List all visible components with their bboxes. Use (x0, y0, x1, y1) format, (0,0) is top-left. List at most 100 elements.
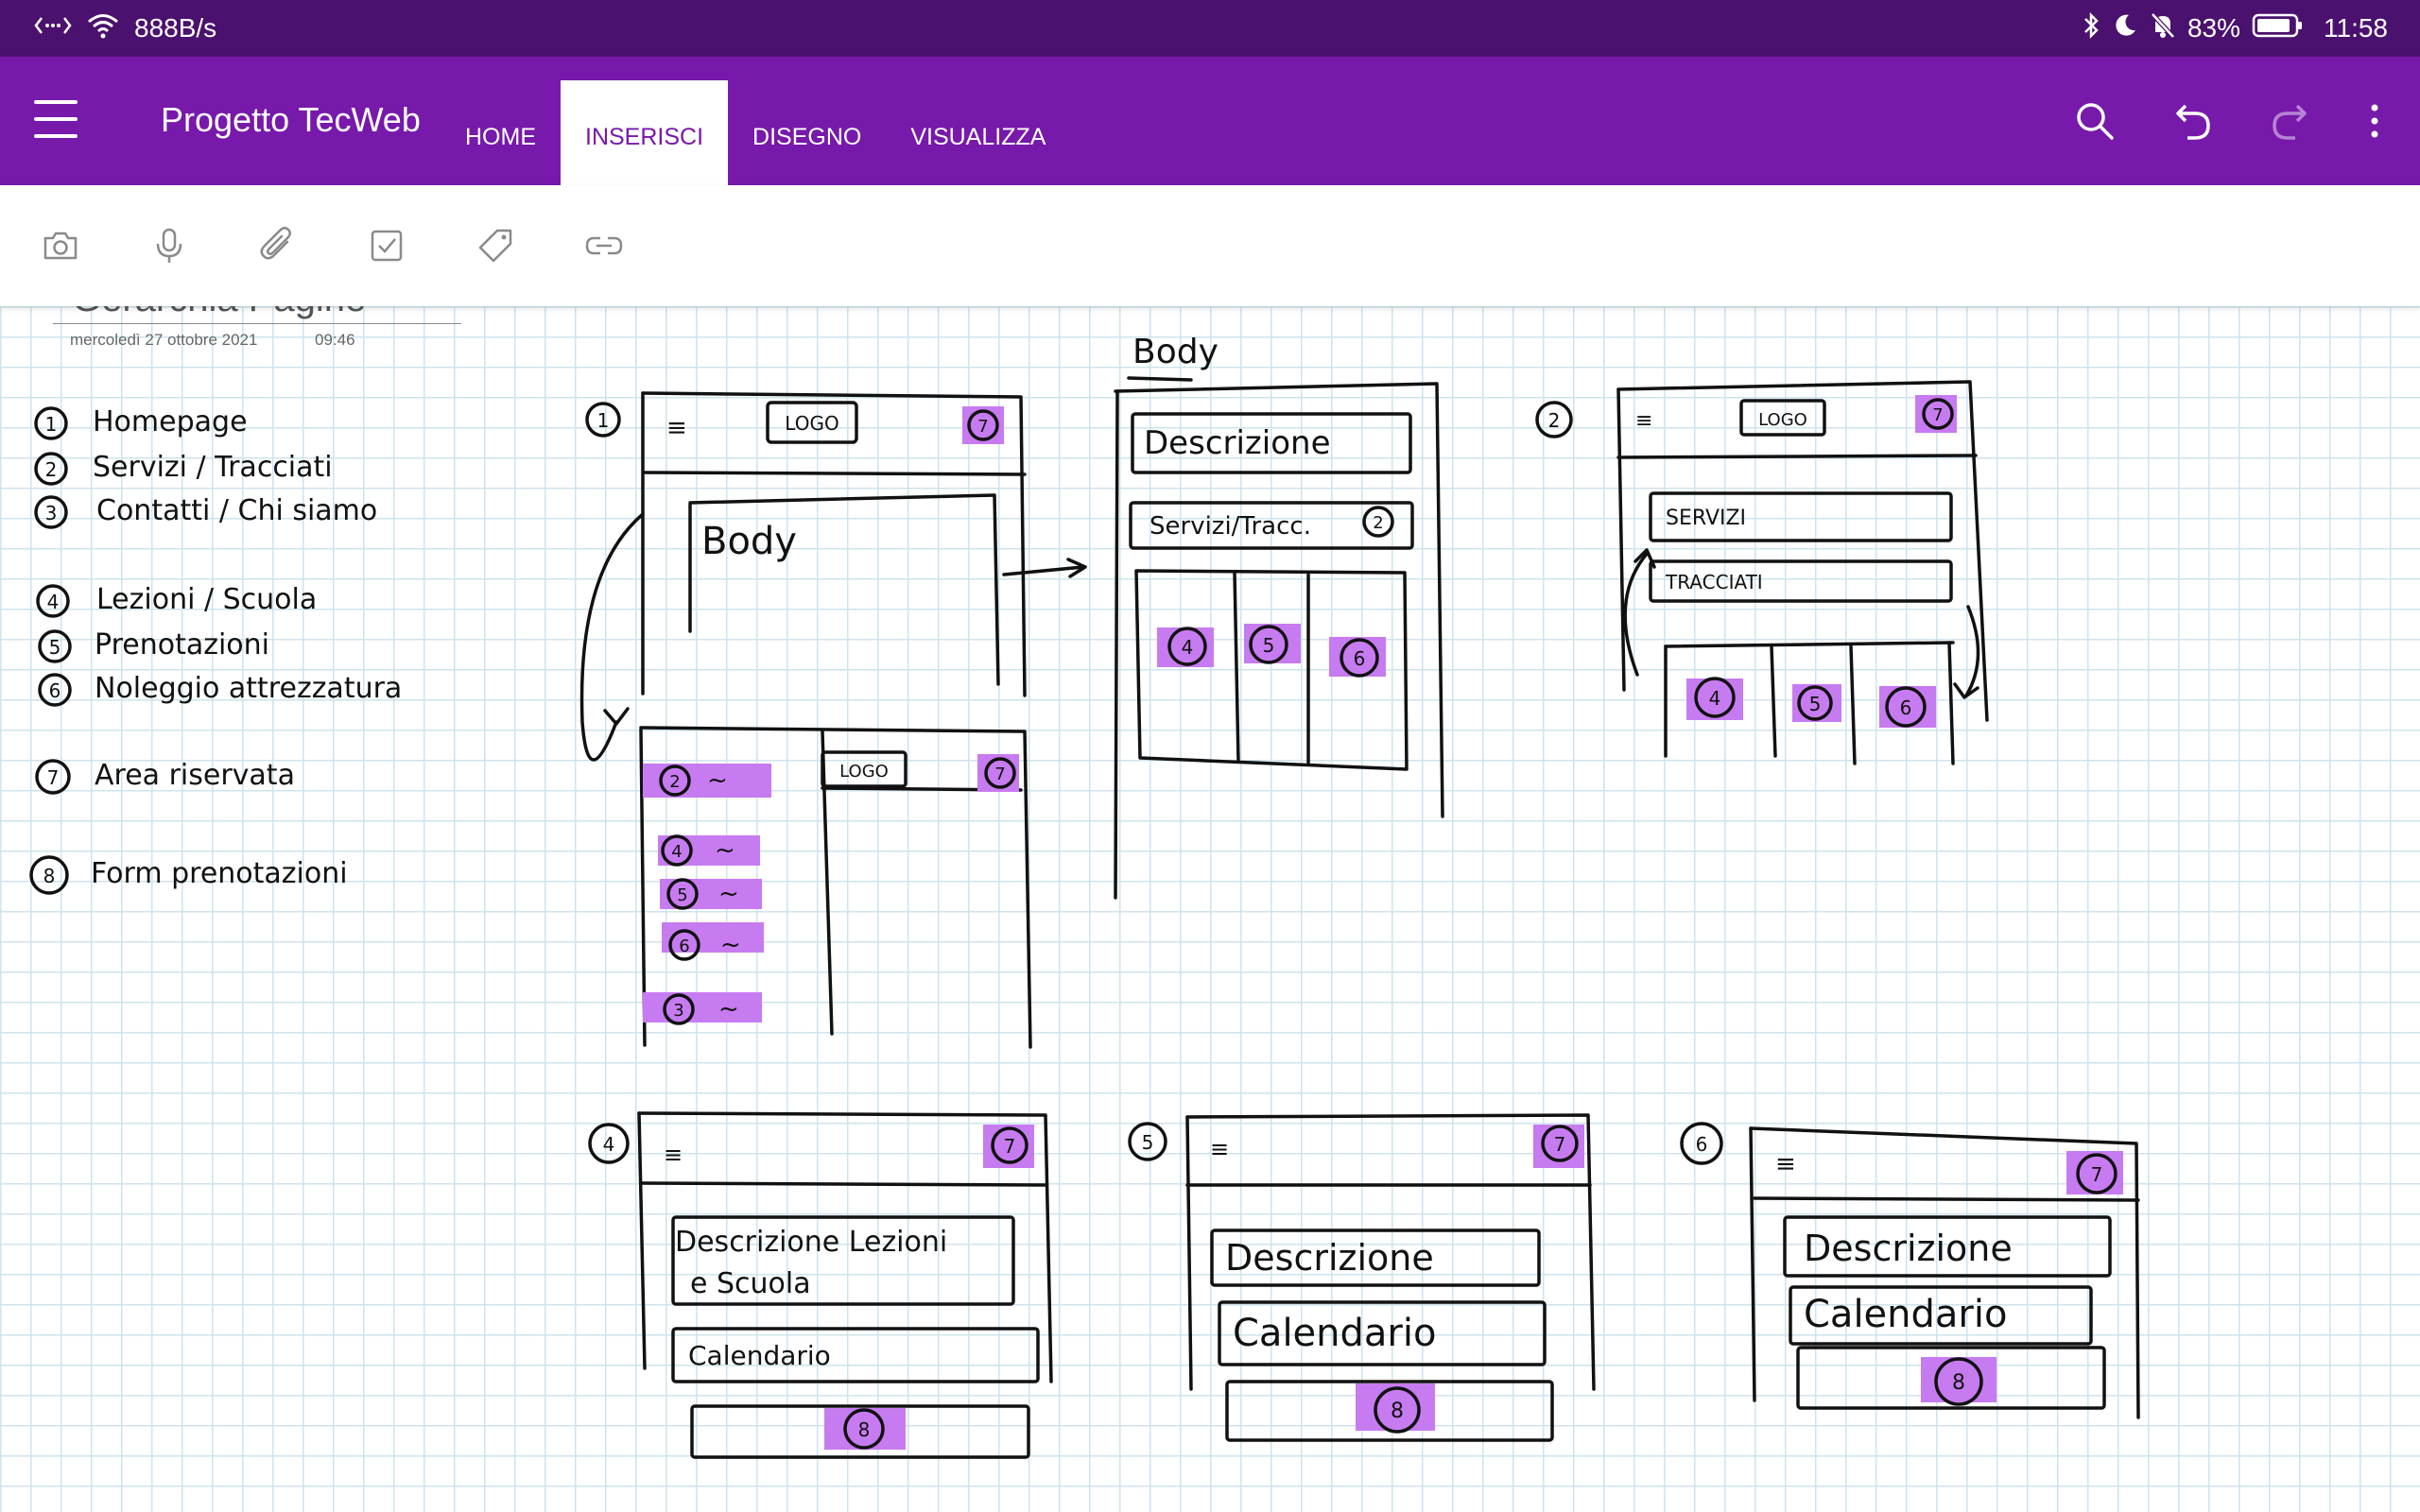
svg-text:6: 6 (1696, 1133, 1708, 1156)
hamburger-menu-icon[interactable] (34, 100, 78, 138)
legend-item-4: 4 Lezioni / Scuola (36, 583, 317, 618)
ribbon-tabs: HOME INSERISCI DISEGNO VISUALIZZA (441, 80, 1070, 185)
svg-text:5: 5 (49, 636, 61, 659)
wireframe-noleggio: 6 ≡ 7 Descrizione Calendario 8 (1680, 1122, 2140, 1419)
svg-text:≡: ≡ (1635, 409, 1652, 433)
wireframe-homepage: 1 ≡ LOGO 7 Body (579, 391, 1087, 762)
svg-text:Prenotazioni: Prenotazioni (95, 628, 269, 662)
svg-text:4: 4 (47, 591, 60, 613)
svg-text:Descrizione: Descrizione (1225, 1237, 1434, 1279)
svg-text:7: 7 (47, 766, 60, 789)
svg-text:SERVIZI: SERVIZI (1666, 507, 1746, 530)
svg-text:7: 7 (2091, 1163, 2103, 1186)
tag-icon[interactable] (467, 217, 524, 274)
camera-icon[interactable] (32, 217, 89, 274)
svg-text:7: 7 (1932, 405, 1943, 425)
svg-text:2: 2 (669, 772, 680, 792)
battery-level: 83% (2187, 13, 2240, 43)
more-options-icon[interactable] (2348, 94, 2401, 147)
wifi-icon (87, 12, 119, 45)
svg-text:5: 5 (1809, 693, 1822, 715)
svg-text:~: ~ (720, 931, 741, 959)
svg-text:5: 5 (1263, 634, 1275, 657)
svg-text:≡: ≡ (1210, 1136, 1229, 1162)
svg-text:2: 2 (45, 458, 58, 481)
svg-text:6: 6 (1900, 696, 1912, 719)
svg-text:2: 2 (1548, 409, 1561, 432)
tab-visualizza[interactable]: VISUALIZZA (886, 80, 1070, 185)
svg-text:LOGO: LOGO (839, 762, 889, 782)
svg-text:8: 8 (43, 865, 56, 887)
svg-text:6: 6 (1354, 647, 1366, 670)
legend-item-2: 2 Servizi / Tracciati (34, 451, 333, 486)
svg-text:Area riservata: Area riservata (95, 759, 295, 792)
wireframe-prenotazioni: 5 ≡ 7 Descrizione Calendario 8 (1128, 1113, 1596, 1442)
svg-text:Form prenotazioni: Form prenotazioni (91, 857, 348, 890)
svg-text:Contatti / Chi siamo: Contatti / Chi siamo (96, 494, 377, 527)
svg-text:4: 4 (603, 1133, 615, 1156)
svg-text:4: 4 (1182, 636, 1194, 659)
attachment-icon[interactable] (250, 217, 306, 274)
svg-text:Descrizione: Descrizione (1804, 1228, 2013, 1269)
tab-disegno[interactable]: DISEGNO (728, 80, 886, 185)
insert-toolbar (0, 185, 2420, 306)
checkbox-icon[interactable] (358, 217, 415, 274)
network-speed: 888B/s (134, 13, 217, 43)
svg-text:≡: ≡ (1775, 1150, 1796, 1178)
note-canvas[interactable]: Gerarchia Pagine mercoledì 27 ottobre 20… (0, 306, 2420, 1512)
legend-item-3: 3 Contatti / Chi siamo (34, 494, 377, 529)
svg-text:~: ~ (718, 880, 739, 908)
wireframe-homepage-menu: LOGO 7 2 ~ 4 ~ 5 ~ 6 ~ 3 ~ (639, 726, 1032, 1049)
legend-item-8: 8 Form prenotazioni (29, 855, 348, 895)
status-bar-right: 83% 11:58 (2082, 0, 2388, 57)
svg-text:~: ~ (707, 766, 728, 795)
search-icon[interactable] (2068, 94, 2121, 147)
wireframe-servizi-tracciati: 2 ≡ LOGO 7 SERVIZI TRACCIATI 4 5 6 (1535, 380, 1989, 765)
svg-text:7: 7 (1004, 1135, 1016, 1158)
svg-text:Body: Body (1132, 333, 1219, 371)
svg-text:e Scuola: e Scuola (690, 1267, 811, 1300)
svg-text:≡: ≡ (664, 1142, 683, 1168)
redo-icon[interactable] (2263, 94, 2316, 147)
svg-text:7: 7 (994, 765, 1005, 784)
svg-text:4: 4 (1709, 687, 1721, 710)
status-bar: 888B/s 83% 11:58 (0, 0, 2420, 57)
svg-text:~: ~ (715, 836, 735, 865)
svg-text:1: 1 (597, 409, 610, 432)
svg-text:1: 1 (45, 413, 58, 436)
svg-text:5: 5 (677, 885, 687, 905)
wireframe-lezioni-scuola: 4 ≡ 7 Descrizione Lezioni e Scuola Calen… (588, 1111, 1053, 1459)
svg-text:LOGO: LOGO (785, 412, 838, 435)
svg-text:TRACCIATI: TRACCIATI (1665, 571, 1763, 593)
svg-text:Calendario: Calendario (1804, 1293, 2007, 1336)
svg-text:Descrizione Lezioni: Descrizione Lezioni (675, 1226, 947, 1259)
app-bar: Progetto TecWeb HOME INSERISCI DISEGNO V… (0, 57, 2420, 185)
bell-off-icon (2150, 11, 2176, 46)
svg-text:Servizi/Tracc.: Servizi/Tracc. (1150, 512, 1311, 541)
tab-home[interactable]: HOME (441, 80, 561, 185)
svg-text:Descrizione: Descrizione (1144, 424, 1331, 462)
undo-icon[interactable] (2167, 94, 2220, 147)
battery-icon (2252, 12, 2303, 45)
svg-text:3: 3 (673, 1001, 683, 1021)
handwritten-sketch: 1 Homepage 2 Servizi / Tracciati 3 Conta… (29, 333, 2140, 1459)
svg-text:6: 6 (49, 679, 61, 702)
microphone-icon[interactable] (141, 217, 198, 274)
legend: 1 Homepage 2 Servizi / Tracciati 3 Conta… (29, 405, 402, 895)
moon-icon (2112, 12, 2138, 45)
clock: 11:58 (2324, 13, 2388, 43)
svg-text:8: 8 (1391, 1400, 1404, 1423)
svg-text:7: 7 (1554, 1133, 1566, 1156)
svg-text:~: ~ (718, 995, 739, 1023)
legend-item-1: 1 Homepage (34, 405, 248, 440)
bluetooth-icon (2082, 11, 2100, 46)
svg-text:≡: ≡ (666, 414, 687, 442)
svg-text:Body: Body (701, 520, 797, 563)
link-icon[interactable] (576, 217, 632, 274)
notebook-title: Progetto TecWeb (161, 100, 421, 139)
svg-text:5: 5 (1142, 1131, 1154, 1154)
svg-text:Noleggio attrezzatura: Noleggio attrezzatura (95, 672, 402, 705)
tab-inserisci[interactable]: INSERISCI (561, 80, 729, 185)
svg-text:2: 2 (1373, 513, 1383, 533)
svg-text:Calendario: Calendario (688, 1340, 831, 1371)
